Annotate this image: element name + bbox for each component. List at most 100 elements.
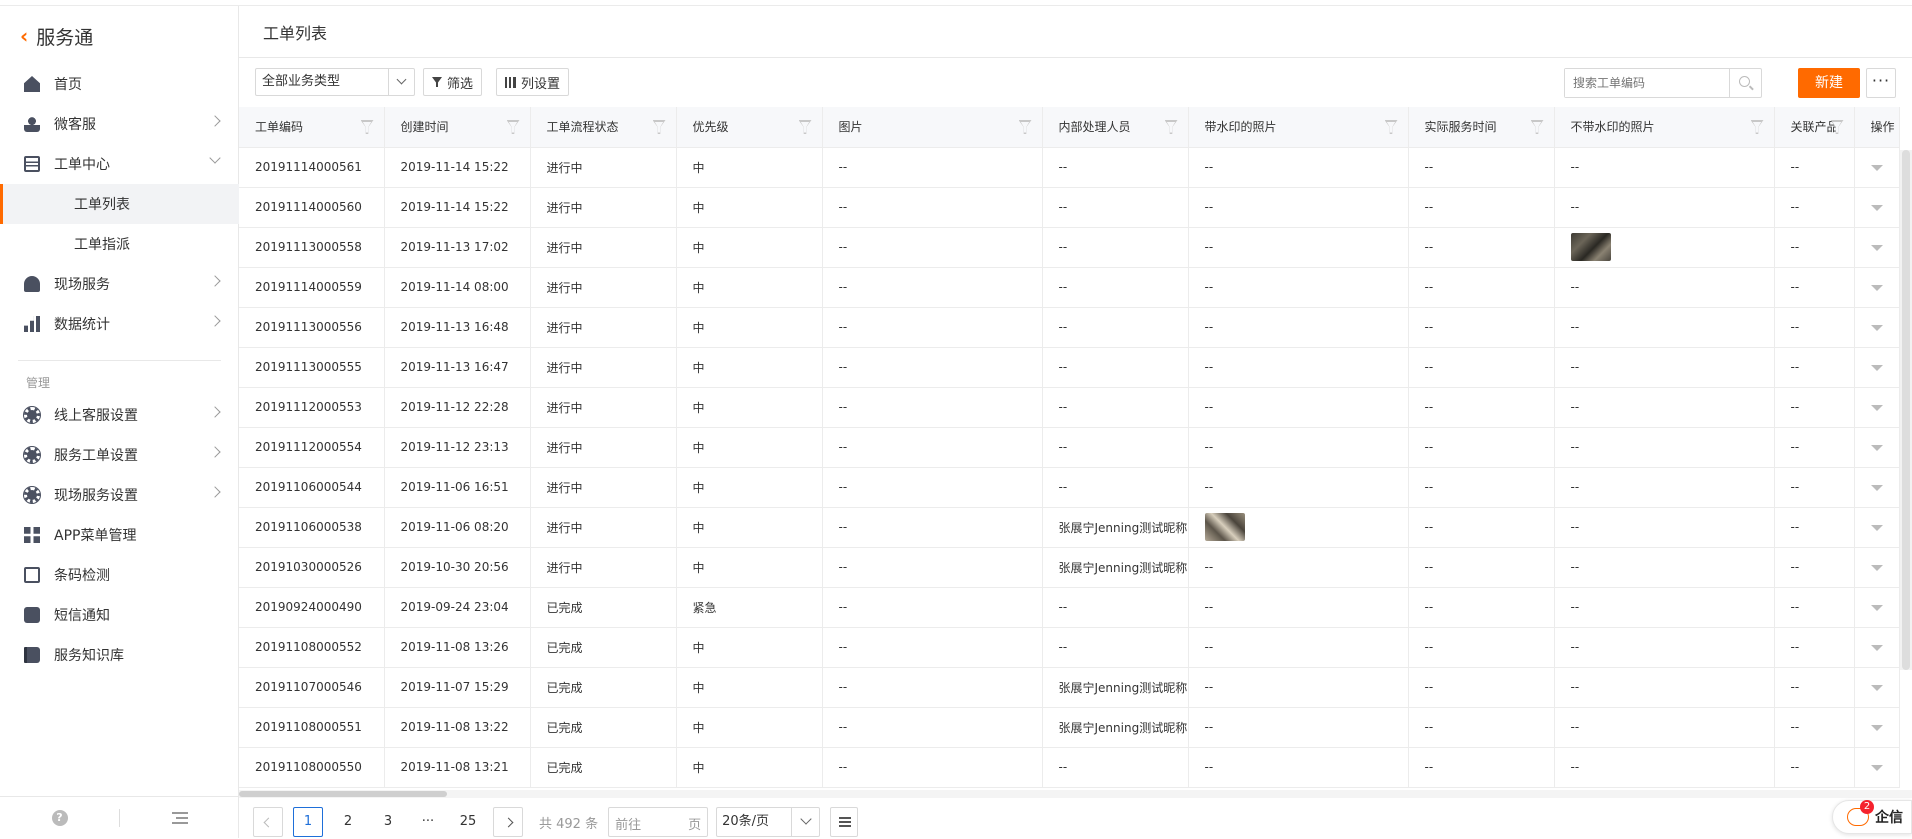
- row-actions-dropdown-icon[interactable]: [1870, 525, 1883, 531]
- cell-nowm-photo: --: [1554, 387, 1775, 428]
- filter-icon[interactable]: [1751, 120, 1764, 134]
- sidebar-item-home[interactable]: 首页: [0, 64, 239, 104]
- back-chevron-icon[interactable]: ‹: [20, 26, 28, 46]
- table-row[interactable]: 20190924000490 2019-09-24 23:04 已完成 紧急 -- -- -…: [239, 587, 1900, 628]
- sidebar-item-statistics[interactable]: 数据统计: [0, 304, 239, 344]
- row-actions-dropdown-icon[interactable]: [1870, 605, 1883, 611]
- horizontal-scrollbar[interactable]: [239, 790, 1912, 798]
- column-header[interactable]: 工单编码: [239, 107, 385, 148]
- next-page-button[interactable]: [493, 807, 523, 837]
- table-row[interactable]: 20191113000558 2019-11-13 17:02 进行中中 -- -- --…: [239, 227, 1900, 268]
- column-header[interactable]: 创建时间: [384, 107, 531, 148]
- row-actions-dropdown-icon[interactable]: [1870, 285, 1883, 291]
- filter-icon[interactable]: [653, 120, 666, 134]
- help-button[interactable]: ?: [0, 797, 119, 839]
- column-header[interactable]: 内部处理人员: [1042, 107, 1189, 148]
- jump-to-page-input[interactable]: 前往 页: [608, 807, 709, 837]
- filter-icon[interactable]: [1531, 120, 1544, 134]
- sidebar-item-micro-service[interactable]: 微客服: [0, 104, 239, 144]
- row-actions-dropdown-icon[interactable]: [1870, 485, 1883, 491]
- row-actions-dropdown-icon[interactable]: [1870, 725, 1883, 731]
- table-row[interactable]: 20191114000560 2019-11-14 15:22 进行中中 -- -- --…: [239, 187, 1900, 228]
- vertical-scroll-thumb[interactable]: [1902, 150, 1910, 670]
- collapse-sidebar-button[interactable]: [120, 797, 239, 839]
- table-row[interactable]: 20191112000553 2019-11-12 22:28 进行中中 -- -- --…: [239, 387, 1900, 428]
- sidebar-item-barcode[interactable]: 条码检测: [0, 555, 239, 595]
- page-3[interactable]: 3: [373, 807, 403, 837]
- row-actions-dropdown-icon[interactable]: [1870, 565, 1883, 571]
- table-row[interactable]: 20191114000559 2019-11-14 08:00 进行中中 -- -- --…: [239, 267, 1900, 308]
- search-icon[interactable]: [1729, 69, 1761, 97]
- row-actions-dropdown-icon[interactable]: [1870, 765, 1883, 771]
- more-options-button[interactable]: ···: [1866, 68, 1896, 98]
- sidebar-item-field-settings[interactable]: 现场服务设置: [0, 475, 239, 515]
- row-actions-dropdown-icon[interactable]: [1870, 325, 1883, 331]
- photo-thumbnail[interactable]: [1204, 513, 1245, 541]
- page-1[interactable]: 1: [293, 807, 323, 837]
- sidebar-item-sms[interactable]: 短信通知: [0, 595, 239, 635]
- filter-icon[interactable]: [361, 120, 374, 134]
- vertical-scrollbar[interactable]: [1900, 150, 1912, 670]
- table-row[interactable]: 20191112000554 2019-11-12 23:13 进行中中 -- -- --…: [239, 427, 1900, 468]
- sidebar-item-ticket-settings[interactable]: 服务工单设置: [0, 435, 239, 475]
- cell-product: --: [1774, 267, 1855, 308]
- filter-icon[interactable]: [1165, 120, 1178, 134]
- sidebar-item-ticket-center[interactable]: 工单中心: [0, 144, 239, 184]
- column-header[interactable]: 优先级: [676, 107, 823, 148]
- table-row[interactable]: 20191108000550 2019-11-08 13:21 已完成中 -- -- --…: [239, 747, 1900, 788]
- sidebar-item-ticket-assign[interactable]: 工单指派: [0, 224, 239, 264]
- column-header[interactable]: 关联产品: [1774, 107, 1855, 148]
- page-ellipsis[interactable]: ···: [413, 807, 443, 837]
- row-actions-dropdown-icon[interactable]: [1870, 245, 1883, 251]
- column-header[interactable]: 工单流程状态: [530, 107, 677, 148]
- photo-thumbnail[interactable]: [1570, 233, 1611, 261]
- table-row[interactable]: 20191108000552 2019-11-08 13:26 已完成中 -- -- --…: [239, 627, 1900, 668]
- horizontal-scroll-thumb[interactable]: [239, 791, 447, 797]
- table-row[interactable]: 20191113000556 2019-11-13 16:48 进行中中 -- -- --…: [239, 307, 1900, 348]
- filter-icon[interactable]: [1831, 120, 1844, 134]
- column-header[interactable]: 图片: [822, 107, 1043, 148]
- table-row[interactable]: 20191114000561 2019-11-14 15:22 进行中中 -- -- --…: [239, 147, 1900, 188]
- filter-icon[interactable]: [1019, 120, 1032, 134]
- column-header[interactable]: 不带水印的照片: [1554, 107, 1775, 148]
- cell-image: --: [822, 227, 1043, 268]
- table-row[interactable]: 20191106000538 2019-11-06 08:20 进行中中 -- 张展宁J…: [239, 507, 1900, 548]
- row-actions-dropdown-icon[interactable]: [1870, 405, 1883, 411]
- row-actions-dropdown-icon[interactable]: [1870, 685, 1883, 691]
- sidebar-item-ticket-list[interactable]: 工单列表: [0, 184, 239, 224]
- sidebar-footer: ?: [0, 796, 239, 838]
- business-type-select[interactable]: 全部业务类型: [255, 68, 415, 96]
- filter-icon[interactable]: [799, 120, 812, 134]
- table-row[interactable]: 20191030000526 2019-10-30 20:56 进行中中 -- 张展宁J…: [239, 547, 1900, 588]
- page-2[interactable]: 2: [333, 807, 363, 837]
- table-row[interactable]: 20191107000546 2019-11-07 15:29 已完成中 -- 张展宁J…: [239, 667, 1900, 708]
- qixin-chat-button[interactable]: 2 企信: [1832, 800, 1912, 834]
- column-header[interactable]: 带水印的照片: [1188, 107, 1409, 148]
- new-ticket-button[interactable]: 新建: [1798, 68, 1860, 98]
- row-actions-dropdown-icon[interactable]: [1870, 165, 1883, 171]
- row-actions-dropdown-icon[interactable]: [1870, 205, 1883, 211]
- row-actions-dropdown-icon[interactable]: [1870, 645, 1883, 651]
- sidebar-item-field-service[interactable]: 现场服务: [0, 264, 239, 304]
- filter-icon[interactable]: [507, 120, 520, 134]
- table-row[interactable]: 20191108000551 2019-11-08 13:22 已完成中 -- 张展宁J…: [239, 707, 1900, 748]
- search-input[interactable]: [1565, 69, 1725, 97]
- prev-page-button[interactable]: [253, 807, 283, 837]
- column-settings-button[interactable]: 列设置: [496, 68, 570, 96]
- table-row[interactable]: 20191113000555 2019-11-13 16:47 进行中中 -- -- --…: [239, 347, 1900, 388]
- column-header[interactable]: 实际服务时间: [1408, 107, 1555, 148]
- table-row[interactable]: 20191106000544 2019-11-06 16:51 进行中中 -- -- --…: [239, 467, 1900, 508]
- sidebar-item-knowledge-base[interactable]: 服务知识库: [0, 635, 239, 675]
- row-actions-dropdown-icon[interactable]: [1870, 365, 1883, 371]
- page-25[interactable]: 25: [453, 807, 483, 837]
- page-size-select[interactable]: 20条/页: [716, 807, 821, 837]
- filter-icon[interactable]: [1385, 120, 1398, 134]
- column-header[interactable]: 操作: [1854, 107, 1900, 148]
- cell-time: 2019-09-24 23:04: [384, 587, 531, 628]
- sidebar-item-online-cs-settings[interactable]: 线上客服设置: [0, 395, 239, 435]
- sidebar-item-app-menu[interactable]: APP菜单管理: [0, 515, 239, 555]
- filter-button[interactable]: 筛选: [423, 68, 483, 96]
- row-actions-dropdown-icon[interactable]: [1870, 445, 1883, 451]
- list-view-button[interactable]: [830, 807, 859, 837]
- app-brand[interactable]: ‹ 服务通: [0, 16, 239, 56]
